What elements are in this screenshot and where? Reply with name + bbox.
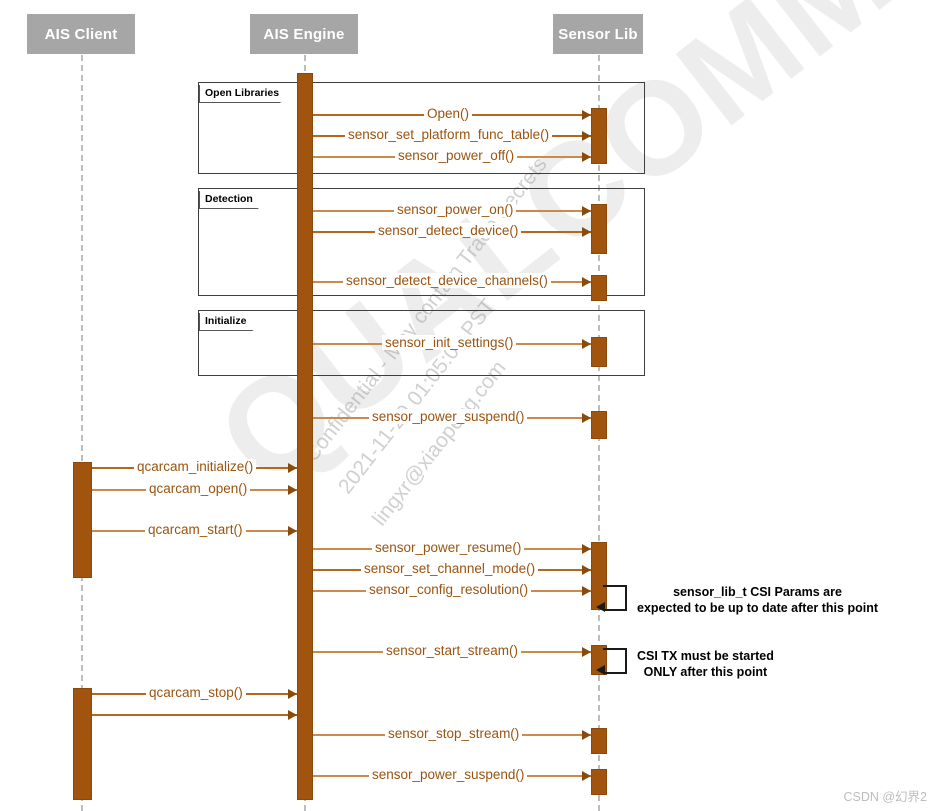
- participant-header-ais-engine[interactable]: AIS Engine: [250, 14, 358, 54]
- message-arrow-detect-device: [582, 227, 591, 237]
- activation-ais-engine-main: [297, 73, 313, 800]
- message-arrow-init-settings: [582, 339, 591, 349]
- note-csi-params: sensor_lib_t CSI Params are expected to …: [637, 584, 878, 616]
- note-csi-tx-line-1: CSI TX must be started: [637, 649, 774, 663]
- message-label-set-platform-func-table: sensor_set_platform_func_table(): [345, 127, 553, 142]
- participant-label-sensor-lib: Sensor Lib: [558, 25, 638, 43]
- message-label-init-settings: sensor_init_settings(): [382, 335, 517, 350]
- selfcall-arrow-csi-tx: [596, 665, 605, 675]
- message-arrow-power-resume: [582, 544, 591, 554]
- message-label-open: Open(): [424, 106, 473, 121]
- participant-label-ais-client: AIS Client: [44, 25, 118, 43]
- message-arrow-start-stream: [582, 647, 591, 657]
- message-arrow-stop-stream: [582, 730, 591, 740]
- note-csi-tx-line-2: ONLY after this point: [643, 665, 768, 679]
- message-arrow-set-channel-mode: [582, 565, 591, 575]
- activation-sensor-lib-stop-stream: [591, 728, 607, 754]
- message-label-qcarcam-stop: qcarcam_stop(): [146, 685, 246, 700]
- note-csi-params-line-1: sensor_lib_t CSI Params are: [673, 585, 842, 599]
- fragment-label-open-libraries: Open Libraries: [199, 85, 296, 103]
- message-label-stop-stream: sensor_stop_stream(): [385, 726, 523, 741]
- note-csi-tx: CSI TX must be started ONLY after this p…: [637, 648, 774, 680]
- message-label-config-resolution: sensor_config_resolution(): [366, 582, 532, 597]
- message-arrow-detect-device-channels: [582, 277, 591, 287]
- message-label-qcarcam-start: qcarcam_start(): [145, 522, 246, 537]
- message-arrow-qcarcam-open: [288, 485, 297, 495]
- message-arrow-power-suspend-2: [582, 771, 591, 781]
- watermark-line-3: lingxr@xiaopeng.com: [368, 356, 511, 531]
- selfcall-loop-csi-params: [603, 585, 627, 611]
- message-label-power-off: sensor_power_off(): [395, 148, 518, 163]
- message-arrow-unlabeled-client: [288, 710, 297, 720]
- message-arrow-qcarcam-initialize: [288, 463, 297, 473]
- message-arrow-power-off: [582, 152, 591, 162]
- message-label-power-suspend-1: sensor_power_suspend(): [369, 409, 528, 424]
- participant-header-sensor-lib[interactable]: Sensor Lib: [553, 14, 643, 54]
- message-line-unlabeled-client: [89, 714, 297, 716]
- activation-sensor-lib-detect: [591, 204, 607, 254]
- message-label-start-stream: sensor_start_stream(): [383, 643, 522, 658]
- message-arrow-set-platform-func-table: [582, 131, 591, 141]
- message-label-set-channel-mode: sensor_set_channel_mode(): [361, 561, 539, 576]
- fragment-label-initialize: Initialize: [199, 313, 263, 331]
- activation-sensor-lib-init: [591, 337, 607, 367]
- activation-sensor-lib-open: [591, 108, 607, 164]
- message-arrow-qcarcam-start: [288, 526, 297, 536]
- selfcall-arrow-csi-params: [596, 602, 605, 612]
- message-label-power-resume: sensor_power_resume(): [372, 540, 525, 555]
- participant-label-ais-engine: AIS Engine: [263, 25, 345, 43]
- activation-ais-client-session: [73, 462, 92, 578]
- message-arrow-config-resolution: [582, 586, 591, 596]
- fragment-label-detection: Detection: [199, 191, 269, 209]
- message-label-qcarcam-initialize: qcarcam_initialize(): [134, 459, 257, 474]
- message-arrow-qcarcam-stop: [288, 689, 297, 699]
- message-arrow-open: [582, 110, 591, 120]
- message-label-power-on: sensor_power_on(): [394, 202, 517, 217]
- message-arrow-power-on: [582, 206, 591, 216]
- message-label-power-suspend-2: sensor_power_suspend(): [369, 767, 528, 782]
- participant-header-ais-client[interactable]: AIS Client: [27, 14, 135, 54]
- sequence-diagram: QUALCOMM Confidential - May contain Trad…: [0, 0, 937, 811]
- note-csi-params-line-2: expected to be up to date after this poi…: [637, 601, 878, 615]
- message-label-detect-device-channels: sensor_detect_device_channels(): [343, 273, 551, 288]
- activation-sensor-lib-suspend-1: [591, 411, 607, 439]
- message-label-qcarcam-open: qcarcam_open(): [146, 481, 251, 496]
- selfcall-loop-csi-tx: [603, 648, 627, 674]
- activation-sensor-lib-detect-channels: [591, 275, 607, 301]
- csdn-credit: CSDN @幻界2: [843, 790, 927, 804]
- activation-ais-client-stop: [73, 688, 92, 800]
- message-arrow-power-suspend-1: [582, 413, 591, 423]
- activation-sensor-lib-suspend-2: [591, 769, 607, 795]
- message-label-detect-device: sensor_detect_device(): [375, 223, 522, 238]
